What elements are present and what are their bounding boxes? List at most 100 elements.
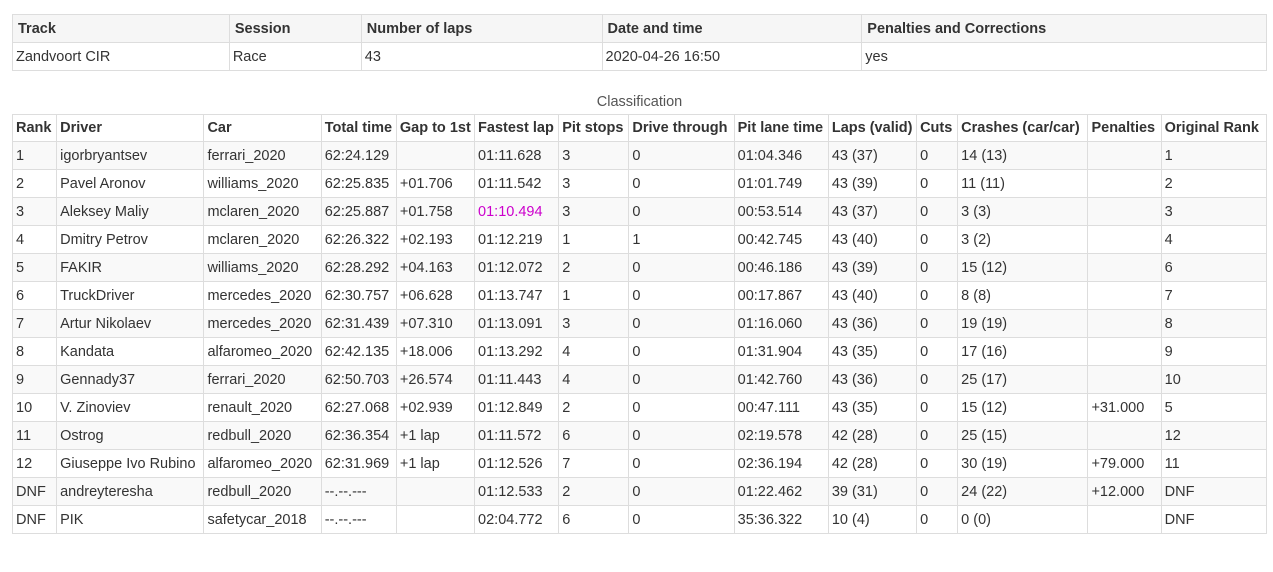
- cell-rank: 12: [11, 449, 58, 478]
- cell-drive-through: 0: [628, 421, 735, 450]
- cell-original-rank: 6: [1160, 253, 1268, 282]
- cell-pit-lane-time: 35:36.322: [733, 505, 829, 534]
- cell-car: williams_2020: [203, 169, 322, 198]
- cell-laps: 43 (35): [827, 393, 918, 422]
- cell-crashes: 3 (3): [957, 197, 1089, 226]
- cell-pit-stops: 3: [558, 197, 630, 226]
- cell-laps: 10 (4): [827, 505, 918, 534]
- cell-rank: 4: [11, 225, 58, 254]
- cell-pit-lane-time: 00:42.745: [733, 225, 829, 254]
- cell-driver: Ostrog: [56, 421, 205, 450]
- cell-total-time: 62:25.835: [320, 169, 397, 198]
- cell-pit-stops: 2: [558, 393, 630, 422]
- cell-driver: Giuseppe Ivo Rubino: [56, 449, 205, 478]
- cell-total-time: 62:31.969: [320, 449, 397, 478]
- cell-penalties: [1087, 309, 1162, 338]
- header-drive-through: Drive through: [628, 114, 735, 142]
- cell-crashes: 14 (13): [957, 141, 1089, 170]
- cell-driver: Dmitry Petrov: [56, 225, 205, 254]
- cell-gap: +18.006: [395, 337, 476, 366]
- cell-driver: PIK: [56, 505, 205, 534]
- cell-fastest-lap: 01:12.219: [474, 225, 560, 254]
- cell-drive-through: 0: [628, 337, 735, 366]
- header-total-time: Total time: [320, 114, 397, 142]
- cell-gap: +04.163: [395, 253, 476, 282]
- classification-header-row: Rank Driver Car Total time Gap to 1st Fastest…: [11, 114, 1268, 142]
- cell-laps: 43 (35): [827, 337, 918, 366]
- cell-pit-stops: 4: [558, 337, 630, 366]
- cell-pit-lane-time: 01:22.462: [733, 477, 829, 506]
- cell-crashes: 25 (17): [957, 365, 1089, 394]
- cell-fastest-lap: 01:10.494: [474, 197, 560, 226]
- cell-pit-lane-time: 02:19.578: [733, 421, 829, 450]
- cell-rank: 8: [11, 337, 58, 366]
- cell-drive-through: 0: [628, 169, 735, 198]
- cell-fastest-lap: 01:11.542: [474, 169, 560, 198]
- header-original-rank: Original Rank: [1160, 114, 1268, 142]
- cell-car: safetycar_2018: [203, 505, 322, 534]
- cell-rank: DNF: [11, 477, 58, 506]
- session-header-penalties: Penalties and Corrections: [861, 14, 1267, 43]
- cell-laps: 42 (28): [827, 449, 918, 478]
- cell-rank: 2: [11, 169, 58, 198]
- cell-rank: 11: [11, 421, 58, 450]
- cell-pit-stops: 1: [558, 281, 630, 310]
- cell-pit-stops: 3: [558, 141, 630, 170]
- cell-driver: Aleksey Maliy: [56, 197, 205, 226]
- table-row: 3 Aleksey Maliy mclaren_2020 62:25.887 +01.7…: [11, 197, 1268, 226]
- cell-cuts: 0: [916, 393, 959, 422]
- cell-fastest-lap: 01:11.572: [474, 421, 560, 450]
- session-date-time: 2020-04-26 16:50: [601, 42, 863, 71]
- cell-total-time: 62:24.129: [320, 141, 397, 170]
- cell-pit-lane-time: 01:42.760: [733, 365, 829, 394]
- cell-total-time: 62:42.135: [320, 337, 397, 366]
- header-driver: Driver: [56, 114, 205, 142]
- cell-pit-lane-time: 01:04.346: [733, 141, 829, 170]
- cell-cuts: 0: [916, 141, 959, 170]
- cell-penalties: [1087, 169, 1162, 198]
- header-gap: Gap to 1st: [395, 114, 476, 142]
- cell-crashes: 3 (2): [957, 225, 1089, 254]
- cell-original-rank: 12: [1160, 421, 1268, 450]
- cell-fastest-lap: 01:12.849: [474, 393, 560, 422]
- table-row: 2 Pavel Aronov williams_2020 62:25.835 +01.7…: [11, 169, 1268, 198]
- header-pit-lane-time: Pit lane time: [733, 114, 829, 142]
- header-crashes: Crashes (car/car): [957, 114, 1089, 142]
- cell-original-rank: 7: [1160, 281, 1268, 310]
- cell-pit-lane-time: 01:16.060: [733, 309, 829, 338]
- cell-pit-lane-time: 02:36.194: [733, 449, 829, 478]
- table-row: 5 FAKIR williams_2020 62:28.292 +04.163 01:12…: [11, 253, 1268, 282]
- cell-crashes: 11 (11): [957, 169, 1089, 198]
- cell-rank: 3: [11, 197, 58, 226]
- cell-pit-stops: 6: [558, 421, 630, 450]
- cell-driver: Gennady37: [56, 365, 205, 394]
- cell-original-rank: 8: [1160, 309, 1268, 338]
- header-penalties: Penalties: [1087, 114, 1162, 142]
- cell-laps: 39 (31): [827, 477, 918, 506]
- cell-original-rank: 5: [1160, 393, 1268, 422]
- session-track: Zandvoort CIR: [12, 42, 230, 71]
- cell-pit-stops: 2: [558, 253, 630, 282]
- cell-crashes: 0 (0): [957, 505, 1089, 534]
- cell-gap: +01.706: [395, 169, 476, 198]
- cell-laps: 43 (40): [827, 225, 918, 254]
- cell-pit-stops: 6: [558, 505, 630, 534]
- cell-gap: +26.574: [395, 365, 476, 394]
- cell-fastest-lap: 01:11.443: [474, 365, 560, 394]
- cell-crashes: 15 (12): [957, 393, 1089, 422]
- cell-original-rank: 4: [1160, 225, 1268, 254]
- cell-fastest-lap: 01:13.091: [474, 309, 560, 338]
- cell-car: redbull_2020: [203, 477, 322, 506]
- cell-fastest-lap: 01:12.526: [474, 449, 560, 478]
- cell-laps: 43 (36): [827, 309, 918, 338]
- table-row: 4 Dmitry Petrov mclaren_2020 62:26.322 +02.1…: [11, 225, 1268, 254]
- cell-car: mercedes_2020: [203, 309, 322, 338]
- cell-driver: TruckDriver: [56, 281, 205, 310]
- cell-drive-through: 1: [628, 225, 735, 254]
- cell-crashes: 19 (19): [957, 309, 1089, 338]
- session-header-date: Date and time: [601, 14, 863, 43]
- cell-drive-through: 0: [628, 477, 735, 506]
- cell-fastest-lap: 01:12.072: [474, 253, 560, 282]
- cell-drive-through: 0: [628, 393, 735, 422]
- session-type: Race: [228, 42, 362, 71]
